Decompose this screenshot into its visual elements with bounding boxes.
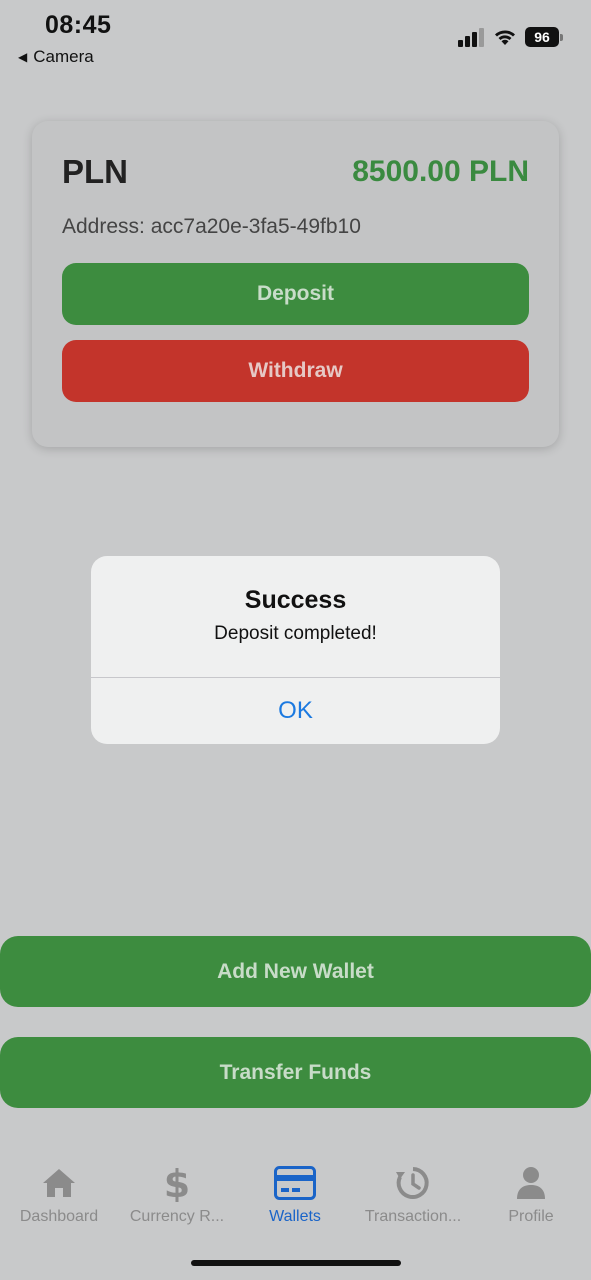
- card-icon: [274, 1166, 316, 1200]
- history-icon: [396, 1167, 429, 1199]
- tab-transactions[interactable]: Transaction...: [354, 1164, 472, 1226]
- wallet-address: Address: acc7a20e-3fa5-49fb10: [62, 215, 361, 238]
- tab-dashboard[interactable]: Dashboard: [0, 1164, 118, 1226]
- alert-title: Success: [244, 586, 347, 614]
- success-alert-dialog: Success Deposit completed! OK: [91, 556, 500, 744]
- back-to-camera-link[interactable]: ◀ Camera: [18, 47, 94, 67]
- transfer-funds-button[interactable]: Transfer Funds: [0, 1037, 591, 1108]
- tab-label: Currency R...: [129, 1208, 225, 1225]
- tab-label: Profile: [508, 1208, 554, 1225]
- tab-label: Dashboard: [19, 1208, 99, 1225]
- add-new-wallet-button[interactable]: Add New Wallet: [0, 936, 591, 1007]
- cellular-signal-icon: [458, 28, 484, 47]
- tab-label: Wallets: [269, 1208, 321, 1225]
- back-arrow-icon: ◀: [18, 50, 28, 64]
- withdraw-button[interactable]: Withdraw: [62, 340, 529, 402]
- tab-label: Transaction...: [364, 1208, 462, 1225]
- wallet-currency: PLN: [62, 153, 128, 190]
- tab-profile[interactable]: Profile: [472, 1164, 590, 1226]
- tab-currency-rates[interactable]: $ Currency R...: [118, 1164, 236, 1226]
- svg-text:$: $: [164, 1164, 190, 1202]
- alert-ok-button[interactable]: OK: [91, 678, 500, 744]
- home-icon: [43, 1169, 75, 1197]
- status-time: 08:45: [45, 11, 112, 39]
- battery-level: 96: [525, 27, 559, 47]
- person-icon: [517, 1167, 545, 1199]
- home-indicator[interactable]: [191, 1260, 401, 1266]
- wallet-balance: 8500.00 PLN: [352, 155, 529, 188]
- tab-bar: Dashboard $ Currency R... Wallets Transa…: [0, 1150, 591, 1240]
- back-link-label: Camera: [33, 47, 94, 66]
- wifi-icon: [495, 30, 515, 45]
- deposit-button[interactable]: Deposit: [62, 263, 529, 325]
- dollar-icon: $: [164, 1164, 190, 1202]
- alert-message: Deposit completed!: [214, 623, 377, 644]
- wallet-card: PLN 8500.00 PLN Address: acc7a20e-3fa5-4…: [32, 121, 559, 447]
- status-bar: 08:45 ◀ Camera 96: [0, 0, 591, 80]
- tab-wallets[interactable]: Wallets: [236, 1164, 354, 1226]
- battery-icon: 96: [525, 27, 563, 47]
